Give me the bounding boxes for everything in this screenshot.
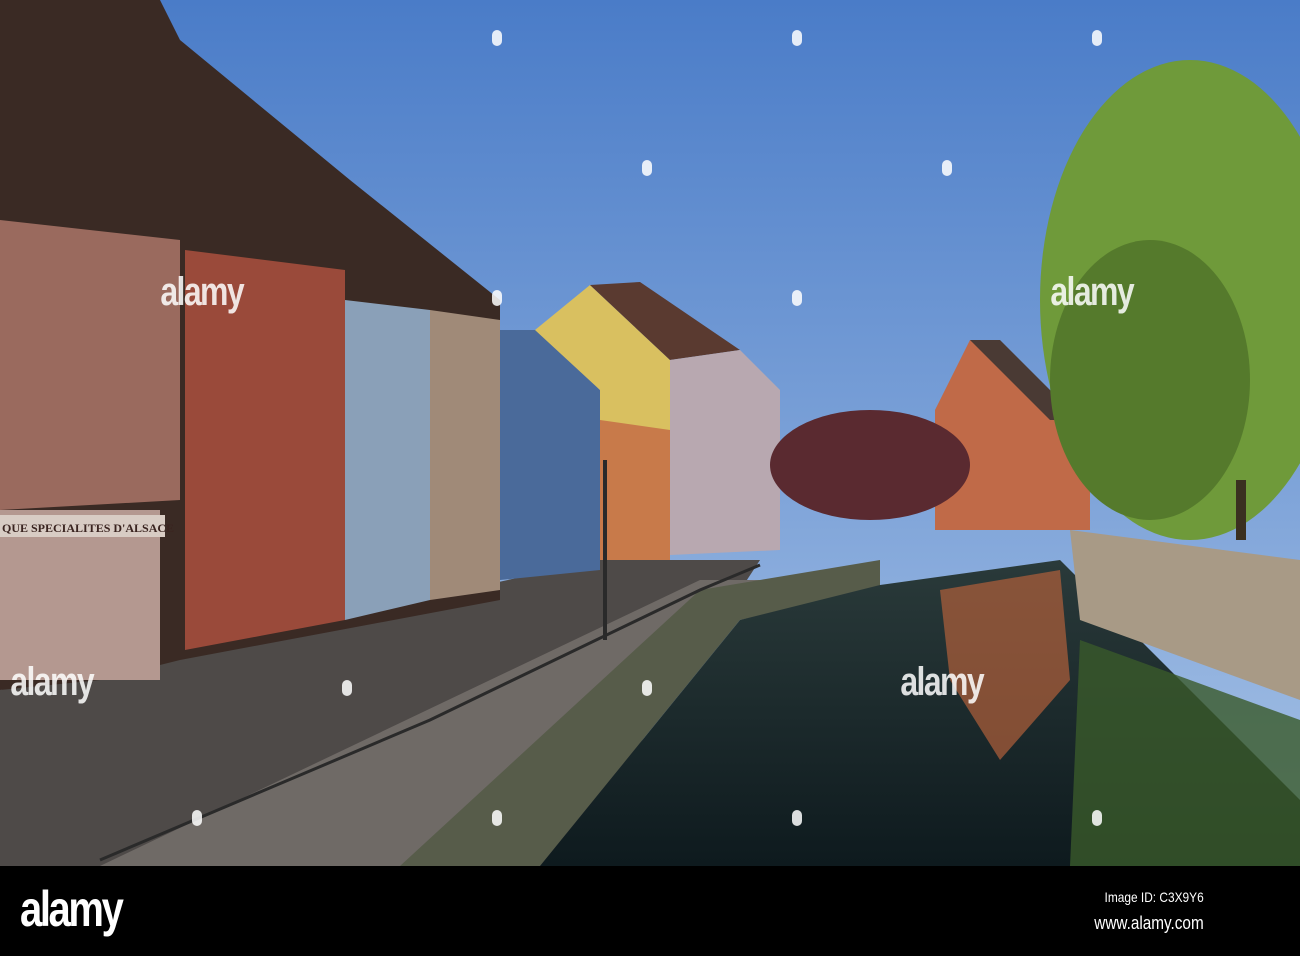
watermark: alamy bbox=[160, 270, 244, 314]
website-link[interactable]: www.alamy.com bbox=[1095, 913, 1204, 934]
building-facade-pink bbox=[0, 220, 180, 510]
watermark-dot bbox=[792, 30, 802, 46]
building-orange bbox=[600, 420, 670, 560]
watermark-dot bbox=[492, 30, 502, 46]
building-facade-white bbox=[345, 300, 430, 620]
watermark: alamy bbox=[1050, 270, 1134, 314]
watermark-dot bbox=[792, 290, 802, 306]
building-facade-beige bbox=[430, 310, 500, 600]
watermark-dot bbox=[642, 160, 652, 176]
watermark-dot bbox=[1092, 30, 1102, 46]
watermark-dot bbox=[492, 290, 502, 306]
photo-scene: QUE SPECIALITES D'ALSACE bbox=[0, 0, 1300, 866]
watermark-dot bbox=[942, 160, 952, 176]
footer-bar: alamy Image ID: C3X9Y6 www.alamy.com bbox=[0, 866, 1300, 956]
purple-tree bbox=[770, 410, 970, 520]
watermark-dot bbox=[192, 810, 202, 826]
watermark-dot bbox=[642, 680, 652, 696]
watermark-dot bbox=[1092, 810, 1102, 826]
watermark-dot bbox=[492, 810, 502, 826]
watermark: alamy bbox=[900, 660, 984, 704]
image-id: Image ID: C3X9Y6 bbox=[1104, 889, 1204, 905]
building-grey bbox=[670, 350, 780, 555]
watermark: alamy bbox=[10, 660, 94, 704]
watermark-dot bbox=[792, 810, 802, 826]
tree-trunk bbox=[1236, 480, 1246, 540]
watermark-dot bbox=[342, 680, 352, 696]
shop-sign: QUE SPECIALITES D'ALSACE bbox=[2, 521, 174, 535]
alamy-logo: alamy bbox=[20, 881, 124, 937]
